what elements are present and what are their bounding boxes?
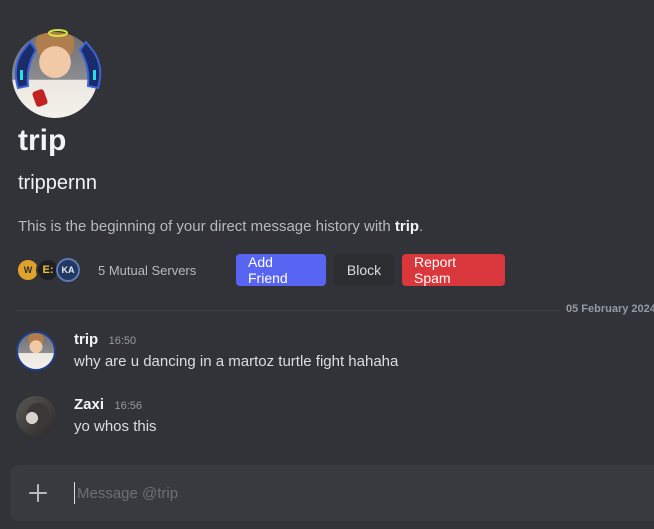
profile-display-name: trip xyxy=(18,124,67,157)
server-icon-3: KA xyxy=(56,258,80,282)
report-spam-button[interactable]: Report Spam xyxy=(402,254,505,286)
intro-suffix: . xyxy=(419,218,424,235)
profile-avatar-image xyxy=(12,32,98,118)
message-item: trip 16:50 why are u dancing in a martoz… xyxy=(16,331,636,375)
profile-actions: W E: KA 5 Mutual Servers Add Friend Bloc… xyxy=(16,254,513,286)
date-divider xyxy=(16,310,654,311)
avatar[interactable] xyxy=(16,396,56,436)
profile-username: trippernn xyxy=(18,172,97,194)
block-button[interactable]: Block xyxy=(334,254,394,286)
profile-avatar[interactable] xyxy=(8,28,108,118)
date-divider-label: 05 February 2024 xyxy=(560,303,654,315)
message-timestamp: 16:56 xyxy=(114,400,142,412)
intro-prefix: This is the beginning of your direct mes… xyxy=(18,218,395,235)
message-header: Zaxi 16:56 xyxy=(74,396,142,414)
add-friend-button[interactable]: Add Friend xyxy=(236,254,326,286)
message-item: Zaxi 16:56 yo whos this xyxy=(16,396,636,440)
message-author[interactable]: Zaxi xyxy=(74,396,104,413)
message-header: trip 16:50 xyxy=(74,331,136,349)
message-timestamp: 16:50 xyxy=(108,335,137,347)
message-content: why are u dancing in a martoz turtle fig… xyxy=(74,353,399,370)
plus-icon[interactable] xyxy=(26,481,50,505)
dm-intro-text: This is the beginning of your direct mes… xyxy=(18,218,423,235)
message-author[interactable]: trip xyxy=(74,331,98,348)
avatar[interactable] xyxy=(16,331,56,371)
message-composer xyxy=(10,465,654,521)
mutual-server-icons[interactable]: W E: KA xyxy=(16,255,88,285)
shirt-logo xyxy=(31,88,49,108)
message-content: yo whos this xyxy=(74,418,157,435)
message-input[interactable] xyxy=(74,482,574,504)
intro-name: trip xyxy=(394,218,420,235)
mutual-servers-link[interactable]: 5 Mutual Servers xyxy=(98,263,236,278)
